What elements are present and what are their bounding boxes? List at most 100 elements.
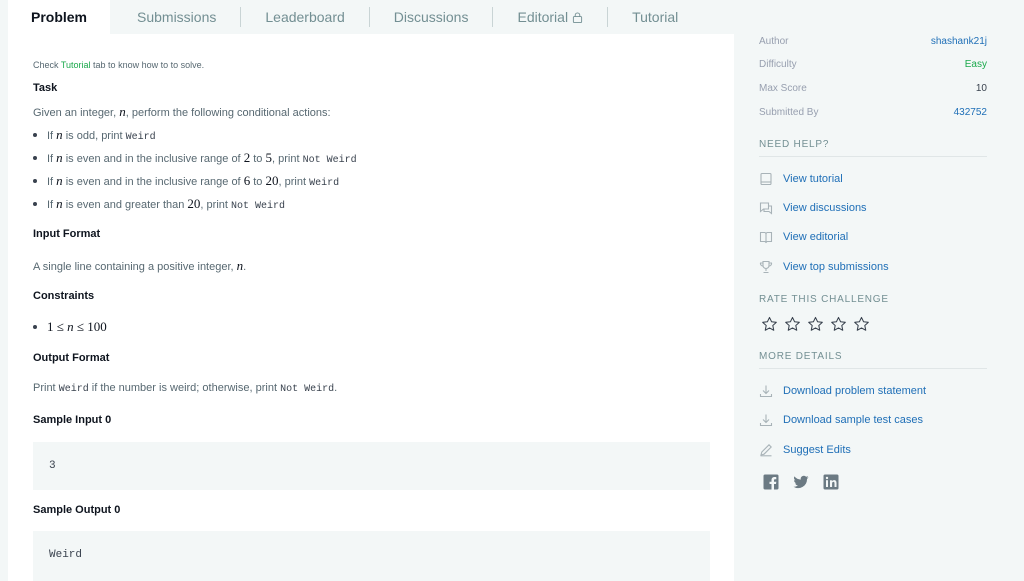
max-score-row: Max Score 10 [759, 83, 987, 94]
text: Given an integer, [33, 107, 120, 119]
download-icon [759, 385, 773, 398]
tab-problem[interactable]: Problem [8, 0, 110, 34]
sample-input-heading: Sample Input 0 [33, 414, 112, 426]
constraints-heading: Constraints [33, 290, 95, 302]
text: . [334, 382, 338, 394]
text: if the number is weird; otherwise, print [88, 382, 281, 394]
sample-input-box[interactable]: 3 [33, 442, 710, 490]
difficulty-label: Difficulty [759, 59, 797, 70]
view-editorial-label: View editorial [783, 231, 849, 243]
view-discussions-link[interactable]: View discussions [759, 201, 867, 215]
bullet [33, 133, 37, 138]
sample-output-value: Weird [49, 549, 83, 561]
author-label: Author [759, 36, 789, 47]
input-format-heading: Input Format [33, 228, 101, 240]
view-tutorial-link[interactable]: View tutorial [759, 172, 843, 186]
download-tests-link[interactable]: Download sample test cases [759, 413, 923, 427]
tutorial-link[interactable]: Tutorial [61, 60, 91, 70]
text: . [243, 261, 247, 273]
text: , print [200, 199, 231, 211]
trophy-icon [759, 260, 773, 274]
tutorial-hint: Check Tutorial tab to know how to to sol… [33, 60, 204, 70]
text: is odd, print [62, 130, 126, 142]
constraint-item: 1 ≤ n ≤ 100 [33, 319, 107, 335]
suggest-edits-link[interactable]: Suggest Edits [759, 443, 851, 457]
math-op: ≤ [73, 319, 88, 334]
star-icon[interactable] [853, 316, 870, 333]
code: Not Weird [231, 201, 286, 212]
code: Weird [58, 384, 89, 395]
view-top-submissions-label: View top submissions [783, 261, 889, 273]
sample-input-value: 3 [49, 460, 56, 472]
tab-leaderboard[interactable]: Leaderboard [241, 0, 368, 34]
output-format-heading: Output Format [33, 352, 110, 364]
bullet [33, 325, 37, 330]
download-statement-link[interactable]: Download problem statement [759, 384, 926, 398]
tab-editorial[interactable]: Editorial [493, 0, 607, 34]
editorial-icon [759, 231, 773, 244]
suggest-edits-label: Suggest Edits [783, 444, 851, 456]
math-op: ≤ [53, 319, 68, 334]
output-format-text: Print Weird if the number is weird; othe… [33, 382, 337, 395]
star-icon[interactable] [830, 316, 847, 333]
code: Weird [309, 178, 340, 189]
view-tutorial-label: View tutorial [783, 173, 843, 185]
submitted-count[interactable]: 432752 [954, 107, 987, 118]
rule-item: If n is even and greater than 20, print … [33, 196, 285, 212]
text: A single line containing a positive inte… [33, 261, 237, 273]
facebook-icon[interactable] [763, 474, 779, 490]
tab-tutorial[interactable]: Tutorial [608, 0, 702, 34]
task-intro: Given an integer, n, perform the followi… [33, 104, 331, 120]
tab-leaderboard-label: Leaderboard [265, 9, 345, 25]
text: to [250, 176, 266, 188]
rule-item: If n is even and in the inclusive range … [33, 150, 357, 166]
sample-output-heading: Sample Output 0 [33, 504, 121, 516]
max-score-value: 10 [975, 83, 987, 94]
text: is even and in the inclusive range of [62, 176, 244, 188]
code: Not Weird [302, 155, 357, 166]
bullet [33, 156, 37, 161]
text: , print [271, 153, 303, 165]
tab-submissions-label: Submissions [137, 9, 217, 25]
tab-submissions[interactable]: Submissions [110, 0, 240, 34]
twitter-icon[interactable] [793, 474, 809, 490]
author-row: Author shashank21j [759, 36, 987, 47]
code: Not Weird [280, 384, 335, 395]
bullet [33, 179, 37, 184]
star-icon[interactable] [761, 316, 778, 333]
text: If [47, 153, 57, 165]
download-icon [759, 414, 773, 427]
submitted-label: Submitted By [759, 107, 819, 118]
view-discussions-label: View discussions [783, 202, 867, 214]
text: If [47, 176, 57, 188]
rating-stars [761, 316, 870, 333]
tab-discussions[interactable]: Discussions [370, 0, 493, 34]
linkedin-icon[interactable] [823, 474, 839, 490]
task-heading: Task [33, 82, 58, 94]
discussions-icon [759, 202, 773, 215]
view-editorial-link[interactable]: View editorial [759, 230, 848, 244]
problem-statement-panel: Check Tutorial tab to know how to to sol… [8, 34, 734, 581]
tab-discussions-label: Discussions [393, 9, 469, 25]
hint-text: tab to know how to to solve. [90, 60, 205, 70]
code: Weird [125, 132, 156, 143]
tab-editorial-label: Editorial [517, 9, 569, 25]
need-help-heading: NEED HELP? [759, 139, 987, 157]
text: , print [278, 176, 310, 188]
author-link[interactable]: shashank21j [931, 36, 987, 47]
sample-output-box[interactable]: Weird [33, 531, 710, 581]
pencil-icon [760, 444, 772, 457]
star-icon[interactable] [784, 316, 801, 333]
tab-tutorial-label: Tutorial [632, 9, 679, 25]
math-num: 20 [187, 196, 201, 211]
star-icon[interactable] [807, 316, 824, 333]
text: Print [33, 382, 59, 394]
view-top-submissions-link[interactable]: View top submissions [759, 260, 889, 274]
submitted-row: Submitted By 432752 [759, 107, 987, 118]
hint-text: Check [33, 60, 61, 70]
text: to [250, 153, 266, 165]
math-num: 20 [265, 173, 279, 188]
max-score-label: Max Score [759, 83, 807, 94]
difficulty-row: Difficulty Easy [759, 59, 987, 70]
text: If [47, 199, 57, 211]
